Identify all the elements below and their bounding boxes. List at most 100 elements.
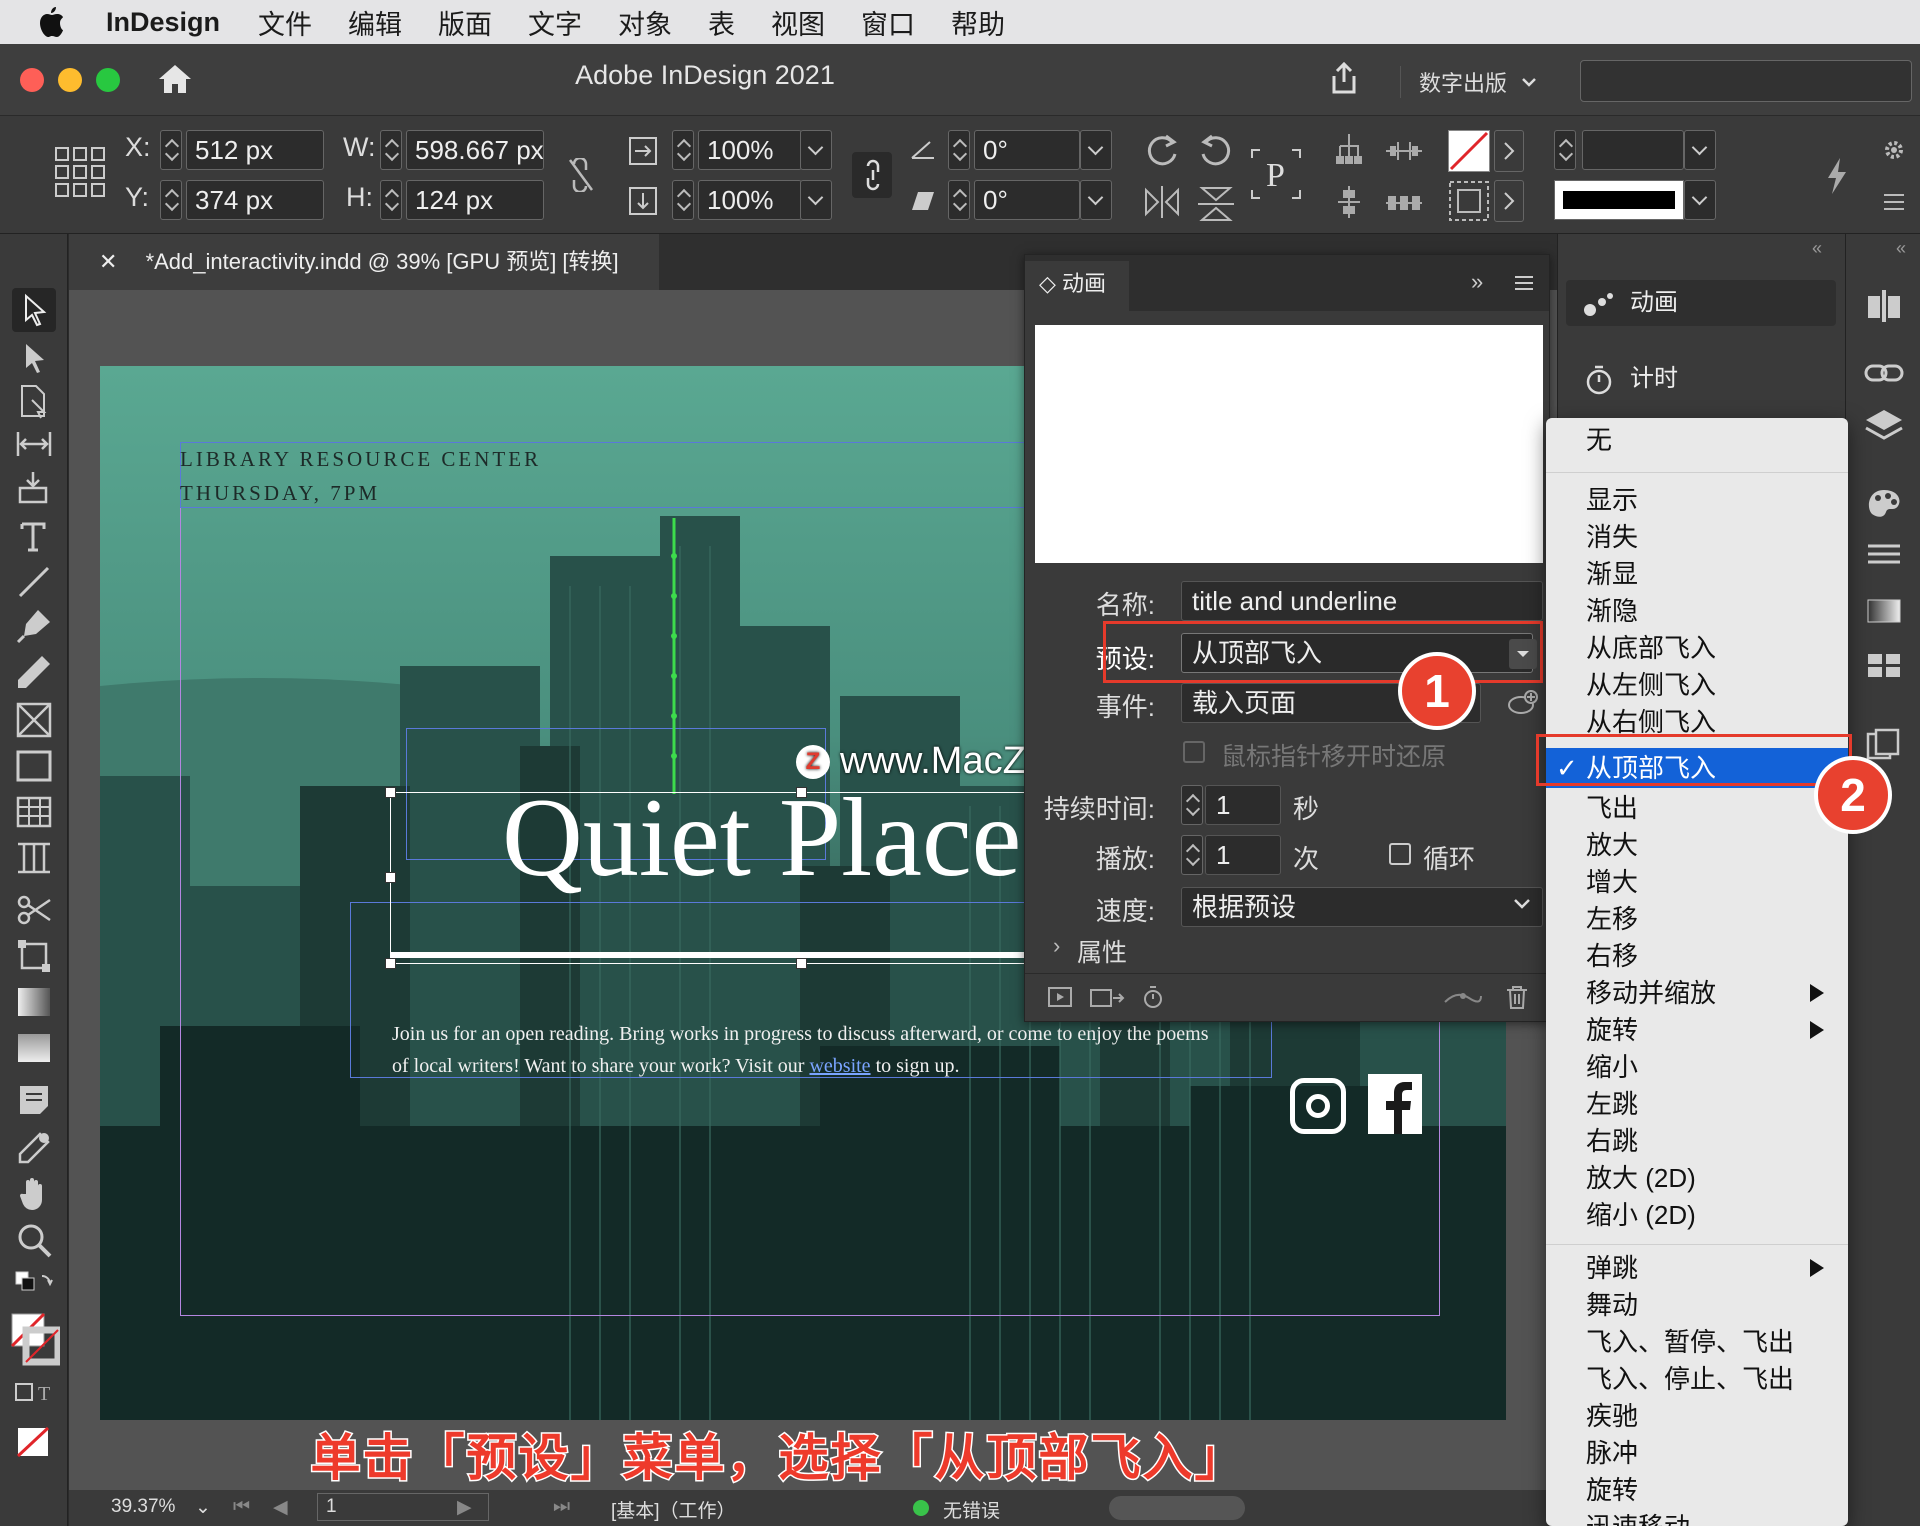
animation-panel-button[interactable]: 动画: [1566, 280, 1836, 326]
motion-path-icon[interactable]: [1443, 988, 1483, 1008]
trash-icon[interactable]: [1505, 984, 1529, 1010]
formatting-affects-icon[interactable]: T: [14, 1378, 54, 1418]
document-tab[interactable]: ✕ *Add_interactivity.indd @ 39% [GPU 预览]…: [69, 234, 659, 290]
rotate-field[interactable]: 0°: [974, 130, 1080, 170]
preset-option[interactable]: 渐显: [1586, 556, 1638, 592]
preset-option[interactable]: 放大 (2D): [1586, 1160, 1696, 1196]
text-frame-p-icon[interactable]: P: [1248, 146, 1304, 202]
workspace-switcher[interactable]: 数字出版: [1400, 66, 1537, 98]
scissors-tool-icon[interactable]: [14, 890, 54, 930]
preflight-profile-label[interactable]: [基本]（工作）: [611, 1496, 736, 1523]
animation-panel-tab[interactable]: ◇ 动画: [1025, 261, 1129, 311]
preset-option[interactable]: 渐隐: [1586, 593, 1638, 629]
preset-option[interactable]: 右移: [1586, 938, 1638, 974]
content-collector-icon[interactable]: [14, 468, 54, 508]
preset-option[interactable]: 脉冲: [1586, 1435, 1638, 1471]
speed-select[interactable]: 根据预设: [1181, 887, 1543, 927]
facebook-icon[interactable]: [1368, 1074, 1422, 1134]
swatches-panel-icon[interactable]: [1864, 650, 1904, 690]
selection-handle[interactable]: [796, 958, 807, 969]
preview-spread-icon[interactable]: [1047, 986, 1073, 1010]
stroke-weight-dropdown[interactable]: [1684, 130, 1716, 170]
fill-none-swatch[interactable]: [1448, 130, 1490, 172]
selection-handle[interactable]: [385, 958, 396, 969]
table-tool-icon[interactable]: [14, 792, 54, 832]
preset-option[interactable]: 放大: [1586, 827, 1638, 863]
close-tab-icon[interactable]: ✕: [99, 249, 117, 274]
preset-option[interactable]: 缩小 (2D): [1586, 1197, 1696, 1233]
rectangle-tool-icon[interactable]: [14, 746, 54, 786]
stroke-panel-icon[interactable]: [1864, 542, 1904, 582]
distribute-icon[interactable]: [1384, 136, 1424, 166]
scale-x-dropdown[interactable]: [800, 130, 832, 170]
menu-app-name[interactable]: InDesign: [106, 7, 220, 38]
gear-icon[interactable]: [1882, 138, 1906, 162]
preset-option[interactable]: 飞入、暂停、飞出: [1586, 1324, 1794, 1360]
stroke-style-dropdown[interactable]: [1684, 180, 1716, 220]
menu-file[interactable]: 文件: [258, 3, 312, 42]
preset-option-none[interactable]: 无: [1586, 422, 1612, 458]
type-tool-icon[interactable]: [14, 516, 54, 556]
color-panel-icon[interactable]: [1864, 486, 1904, 526]
fill-stroke-swatch[interactable]: [10, 1312, 60, 1366]
rotate-dropdown[interactable]: [1080, 130, 1112, 170]
fill-menu-button[interactable]: [1494, 130, 1524, 172]
menu-object[interactable]: 对象: [618, 3, 672, 42]
w-stepper[interactable]: [380, 130, 402, 170]
preset-option[interactable]: 缩小: [1586, 1049, 1638, 1085]
h-stepper[interactable]: [380, 180, 402, 220]
note-tool-icon[interactable]: [14, 1080, 54, 1120]
menu-type[interactable]: 文字: [528, 3, 582, 42]
add-event-icon[interactable]: [1507, 689, 1539, 717]
previous-page-icon[interactable]: ◀: [273, 1496, 288, 1519]
properties-label[interactable]: 属性: [1077, 933, 1127, 969]
rotate-ccw-icon[interactable]: [1196, 130, 1236, 170]
flip-horizontal-icon[interactable]: [1142, 184, 1182, 220]
y-stepper[interactable]: [160, 180, 182, 220]
link-scale-icon[interactable]: [852, 152, 892, 198]
preset-option[interactable]: 舞动: [1586, 1287, 1638, 1323]
play-input[interactable]: 1: [1205, 835, 1281, 875]
direct-selection-tool-icon[interactable]: [14, 338, 54, 378]
apple-icon[interactable]: [36, 5, 76, 39]
preset-option[interactable]: 旋转: [1586, 1472, 1638, 1508]
selection-handle[interactable]: [796, 787, 807, 798]
page-tool-icon[interactable]: [14, 382, 54, 422]
layers-panel-icon[interactable]: [1864, 408, 1904, 448]
shear-field[interactable]: 0°: [974, 180, 1080, 220]
zoom-tool-icon[interactable]: [14, 1220, 54, 1260]
scale-y-dropdown[interactable]: [800, 180, 832, 220]
w-field[interactable]: 598.667 px: [406, 130, 544, 170]
preset-option[interactable]: 飞出: [1586, 790, 1638, 826]
stroke-style-swatch[interactable]: [1554, 180, 1684, 220]
eyedropper-tool-icon[interactable]: [14, 1128, 54, 1168]
gradient-panel-icon[interactable]: [1864, 596, 1904, 636]
gradient-swatch-tool-icon[interactable]: [14, 982, 54, 1022]
h-field[interactable]: 124 px: [406, 180, 544, 220]
timing-icon[interactable]: [1141, 984, 1165, 1010]
preset-option[interactable]: 右跳: [1586, 1123, 1638, 1159]
preset-option-submenu[interactable]: 弹跳: [1586, 1250, 1638, 1286]
align-top-icon[interactable]: [1334, 132, 1364, 166]
selection-handle[interactable]: [385, 872, 396, 883]
line-tool-icon[interactable]: [14, 562, 54, 602]
preset-option[interactable]: 从左侧飞入: [1586, 667, 1716, 703]
duration-stepper[interactable]: [1181, 785, 1203, 825]
menu-layout[interactable]: 版面: [438, 3, 492, 42]
menu-edit[interactable]: 编辑: [348, 3, 402, 42]
menu-table[interactable]: 表: [708, 3, 735, 42]
motion-path[interactable]: [668, 516, 680, 796]
scale-y-stepper[interactable]: [672, 180, 694, 220]
panel-menu-icon[interactable]: [1882, 192, 1906, 212]
gradient-feather-tool-icon[interactable]: [14, 1028, 54, 1068]
preset-option[interactable]: 从底部飞入: [1586, 630, 1716, 666]
menu-view[interactable]: 视图: [771, 3, 825, 42]
x-stepper[interactable]: [160, 130, 182, 170]
preset-option[interactable]: 疾驰: [1586, 1398, 1638, 1434]
preset-option[interactable]: 飞入、停止、飞出: [1586, 1361, 1794, 1397]
instagram-icon[interactable]: [1290, 1078, 1346, 1134]
preset-option[interactable]: 迅速移动: [1586, 1509, 1690, 1526]
loop-checkbox[interactable]: [1389, 843, 1411, 865]
pencil-tool-icon[interactable]: [14, 652, 54, 692]
quick-apply-icon[interactable]: [1824, 156, 1850, 196]
